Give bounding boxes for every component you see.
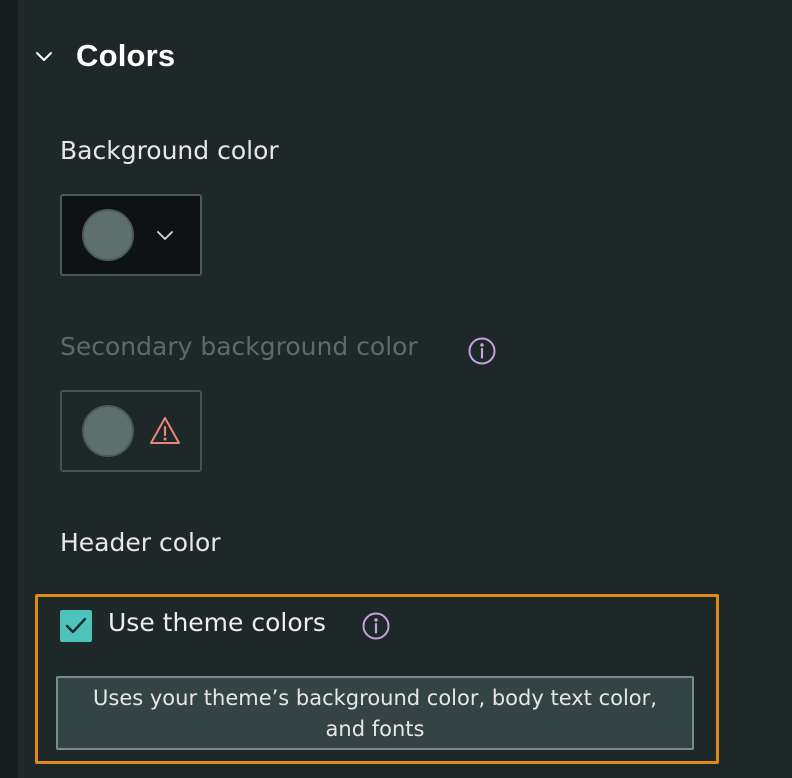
secondary-background-color-label: Secondary background color [60,332,418,361]
background-color-picker-button[interactable] [60,194,202,276]
secondary-background-color-picker [60,390,202,472]
background-color-label: Background color [60,136,279,165]
use-theme-colors-label[interactable]: Use theme colors [108,608,326,637]
panel-left-edge [0,0,18,778]
checkmark-icon [65,617,87,634]
chevron-down-icon [157,231,173,240]
settings-panel: Colors Background color Secondary backgr… [0,0,792,778]
chevron-down-icon [36,52,52,61]
tooltip-line-1: Uses your theme’s background color, body… [93,686,657,710]
header-color-label: Header color [60,528,221,557]
info-icon[interactable] [361,611,391,641]
colors-section-header[interactable]: Colors [34,34,175,78]
section-title: Colors [76,38,176,73]
warning-triangle-icon [150,417,180,444]
secondary-background-color-swatch [82,405,134,457]
use-theme-colors-tooltip: Uses your theme’s background color, body… [56,676,694,750]
info-icon[interactable] [467,336,497,366]
tooltip-line-2: and fonts [325,717,425,741]
background-color-swatch [82,209,134,261]
use-theme-colors-checkbox[interactable] [60,610,92,642]
